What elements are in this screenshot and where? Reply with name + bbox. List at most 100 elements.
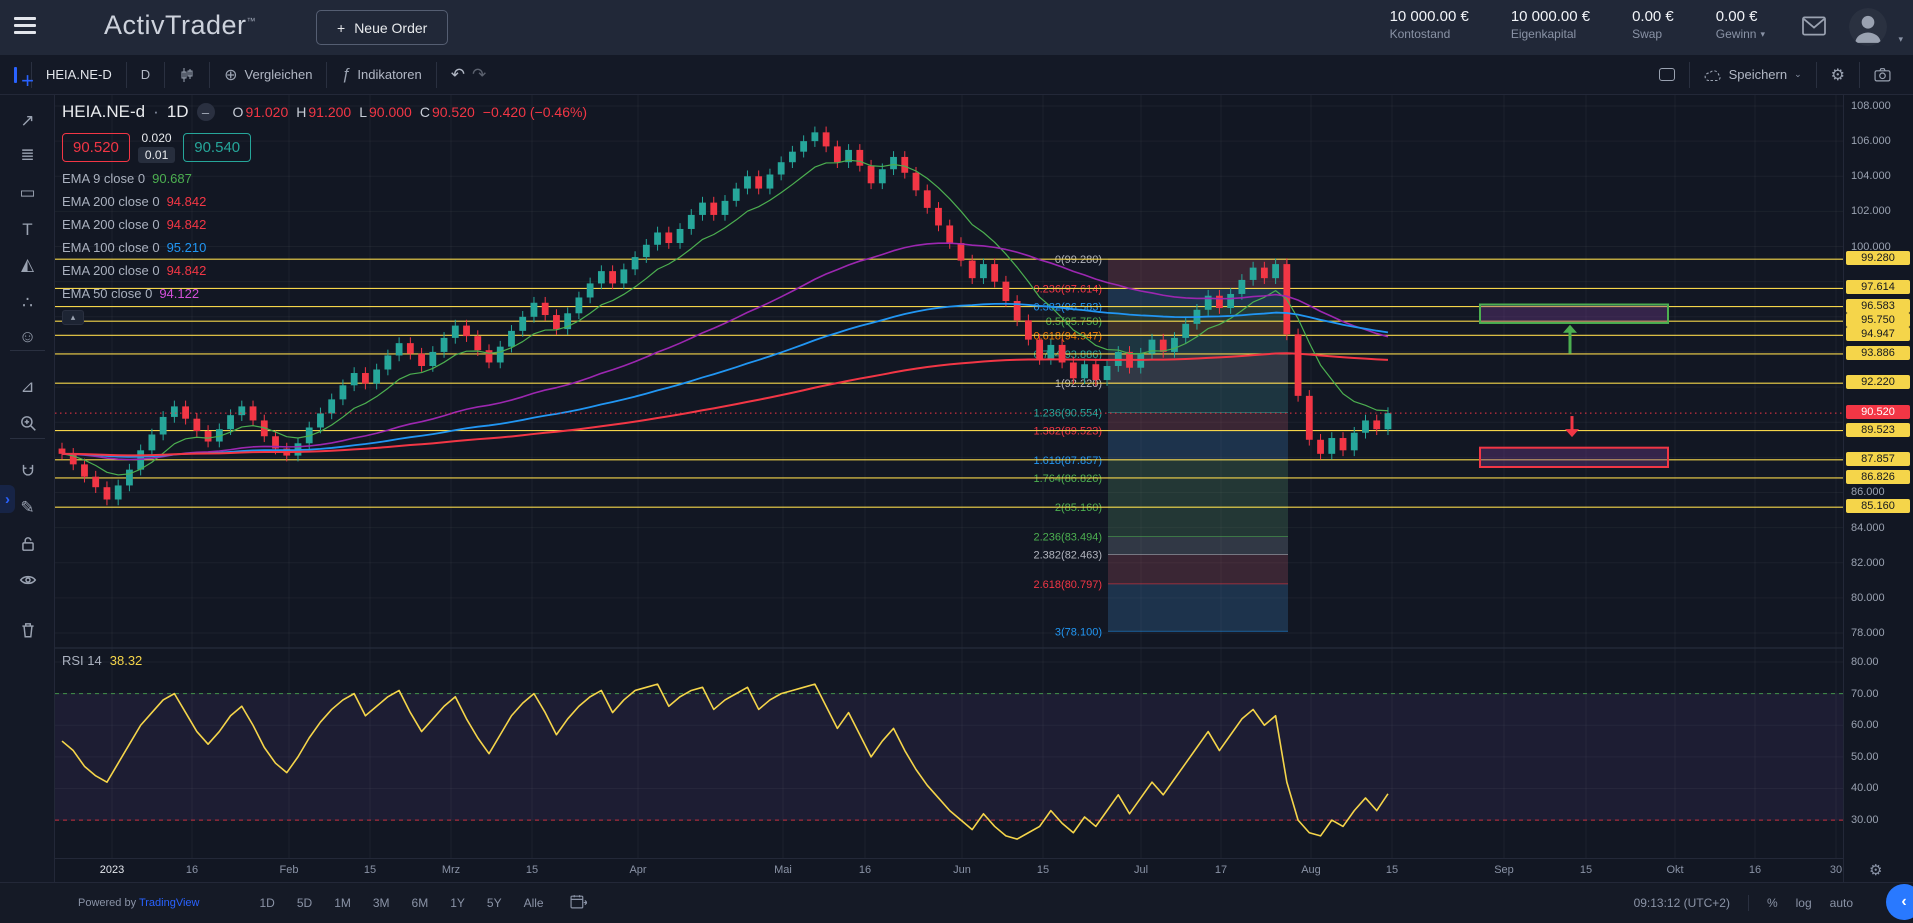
indicators-button[interactable]: ƒIndikatoren (327, 62, 436, 88)
legend-collapse-icon[interactable]: – (197, 103, 215, 121)
clock[interactable]: 09:13:12 (UTC+2) (1634, 896, 1730, 910)
legend-expand-button[interactable]: ▴ (62, 310, 84, 325)
price-axis-label: 82.000 (1851, 557, 1885, 569)
chart-legend: HEIA.NE-d · 1D – O91.020H91.200L90.000C9… (62, 102, 587, 325)
rsi-axis-label: 60.00 (1851, 719, 1879, 731)
time-axis-label: Apr (629, 864, 646, 876)
chart-toolbar: HEIA.NE-D D ⊕Vergleichen ƒIndikatoren ↶ … (0, 55, 1913, 95)
snapshot-button[interactable] (1860, 62, 1913, 88)
time-axis-label: Mai (774, 864, 792, 876)
buy-button[interactable]: 90.540 (183, 133, 251, 162)
hide-all-tool[interactable] (0, 565, 55, 595)
rsi-axis-label: 50.00 (1851, 751, 1879, 763)
go-to-date-icon[interactable] (570, 894, 587, 912)
time-axis[interactable]: 202316Feb15Mrz15AprMai16Jun15Jul17Aug15S… (55, 858, 1843, 882)
text-tool[interactable]: T (0, 215, 55, 245)
redo-icon[interactable]: ↷ (472, 65, 486, 85)
ema-legend-row[interactable]: EMA 200 close 094.842 (62, 217, 587, 232)
legend-interval[interactable]: 1D (167, 102, 189, 122)
spread: 0.020 0.01 (138, 131, 175, 163)
stat-swap: 0.00 € Swap (1632, 8, 1674, 41)
time-axis-gear-icon[interactable]: ⚙ (1869, 861, 1882, 879)
remove-all-tool[interactable] (0, 615, 55, 645)
time-axis-label: 15 (1580, 864, 1592, 876)
crosshair-tool[interactable]: + (0, 66, 55, 96)
plus-icon: + (337, 20, 345, 36)
auto-scale-button[interactable]: auto (1830, 896, 1853, 910)
compare-plus-icon: ⊕ (224, 65, 237, 85)
lock-all-tool[interactable] (0, 529, 55, 559)
settings-button[interactable]: ⚙ (1817, 62, 1860, 88)
compare-button[interactable]: ⊕Vergleichen (210, 62, 327, 88)
bottom-bar: Powered by TradingView 1D5D1M3M6M1Y5YAll… (0, 882, 1913, 923)
indicator-legend: EMA 9 close 090.687 EMA 200 close 094.842… (62, 171, 587, 301)
price-level-badge: 97.614 (1846, 280, 1910, 294)
price-level-badge: 99.280 (1846, 251, 1910, 265)
range-6m[interactable]: 6M (412, 896, 429, 910)
range-5y[interactable]: 5Y (487, 896, 502, 910)
range-1d[interactable]: 1D (260, 896, 275, 910)
shapes-tool[interactable]: ▭ (0, 178, 55, 208)
stat-eigenkapital: 10 000.00 € Eigenkapital (1511, 8, 1590, 41)
stat-value: 10 000.00 € (1390, 8, 1469, 25)
range-5d[interactable]: 5D (297, 896, 312, 910)
spread-high: 0.020 (138, 131, 175, 145)
sidebar-expand-chevron[interactable]: › (0, 485, 15, 513)
range-1m[interactable]: 1M (334, 896, 351, 910)
trend-line-tool[interactable]: ↗ (0, 106, 55, 136)
top-bar: ActivTrader™ + Neue Order 10 000.00 € Ko… (0, 0, 1913, 55)
stat-value: 0.00 € (1632, 8, 1674, 25)
layout-button[interactable] (1645, 62, 1690, 88)
legend-symbol[interactable]: HEIA.NE-d (62, 102, 145, 122)
time-axis-label: Okt (1666, 864, 1683, 876)
activtrader-app: ActivTrader™ + Neue Order 10 000.00 € Ko… (0, 0, 1913, 923)
svg-text:1.764(86.826): 1.764(86.826) (1034, 473, 1103, 485)
rsi-value: 38.32 (110, 653, 143, 668)
price-axis[interactable]: 108.000106.000104.000102.000100.00086.00… (1843, 95, 1913, 882)
fib-retracement-tool[interactable]: ≣ (0, 140, 55, 170)
percent-scale-button[interactable]: % (1767, 896, 1778, 910)
chart-type-button[interactable] (165, 62, 210, 88)
candles-icon (179, 67, 195, 83)
ema-legend-row[interactable]: EMA 50 close 094.122 (62, 286, 587, 301)
price-axis-label: 104.000 (1851, 170, 1891, 182)
ohlc-values: O91.020H91.200L90.000C90.520 (233, 104, 475, 120)
avatar-caret-icon[interactable]: ▾ (1898, 34, 1903, 45)
ema-legend-row[interactable]: EMA 100 close 095.210 (62, 240, 587, 255)
emoji-tool[interactable]: ☺ (0, 322, 55, 352)
sell-button[interactable]: 90.520 (62, 133, 130, 162)
new-order-button[interactable]: + Neue Order (316, 10, 448, 45)
change-value: −0.420 (−0.46%) (483, 104, 587, 120)
range-buttons: 1D 5D 1M 3M 6M 1Y 5Y Alle (260, 896, 544, 910)
time-axis-label: Sep (1494, 864, 1514, 876)
menu-icon[interactable] (14, 17, 36, 38)
prediction-tool[interactable]: ∴ (0, 288, 55, 318)
interval-button[interactable]: D (127, 62, 165, 88)
ema-legend-row[interactable]: EMA 200 close 094.842 (62, 194, 587, 209)
undo-icon[interactable]: ↶ (451, 65, 465, 85)
avatar[interactable] (1849, 8, 1887, 46)
mail-icon[interactable] (1801, 15, 1827, 42)
save-button[interactable]: Speichern⌄ (1690, 62, 1817, 88)
price-level-badge: 89.523 (1846, 423, 1910, 437)
price-level-badge: 85.160 (1846, 499, 1910, 513)
range-1y[interactable]: 1Y (450, 896, 465, 910)
svg-text:1.618(87.857): 1.618(87.857) (1034, 455, 1103, 467)
time-axis-label: 17 (1215, 864, 1227, 876)
ema-legend-row[interactable]: EMA 9 close 090.687 (62, 171, 587, 186)
xabcd-pattern-tool[interactable]: ◭ (0, 250, 55, 280)
chevron-down-icon[interactable]: ▾ (1760, 29, 1765, 40)
range-3m[interactable]: 3M (373, 896, 390, 910)
ema-legend-row[interactable]: EMA 200 close 094.842 (62, 263, 587, 278)
magnet-tool[interactable] (0, 456, 55, 486)
ruler-tool[interactable]: ⊿ (0, 372, 55, 402)
time-axis-label: 15 (1037, 864, 1049, 876)
stat-gewinn[interactable]: 0.00 € Gewinn▾ (1716, 8, 1765, 41)
zoom-in-tool[interactable] (0, 408, 55, 438)
history-buttons: ↶ ↷ (437, 62, 501, 88)
tradingview-link[interactable]: TradingView (139, 897, 200, 909)
svg-text:2.382(82.463): 2.382(82.463) (1034, 550, 1103, 562)
log-scale-button[interactable]: log (1796, 896, 1812, 910)
range-alle[interactable]: Alle (524, 896, 544, 910)
rsi-legend[interactable]: RSI 1438.32 (62, 653, 142, 668)
